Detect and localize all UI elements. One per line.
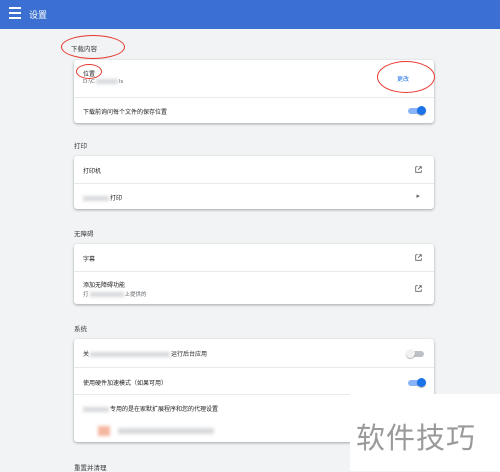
add-accessibility-label: 添加无障碍功能	[83, 282, 126, 289]
accessibility-section-title: 无障碍	[74, 230, 94, 238]
captions-row[interactable]: 字幕	[74, 244, 434, 271]
proxy-settings-label: 专用的是在家默扩展程序和您的代理设置	[83, 404, 218, 413]
ask-location-row[interactable]: 下载前询问每个文件的保存位置	[74, 97, 434, 124]
location-path: D:\C ls	[83, 79, 124, 85]
annotation-circle-location	[76, 64, 102, 79]
ask-location-toggle[interactable]	[408, 106, 426, 115]
menu-icon[interactable]	[9, 7, 21, 19]
accessibility-card: 字幕 添加无障碍功能 打上提供的	[74, 244, 434, 304]
cloud-print-row[interactable]: 打印 ▸	[74, 183, 434, 210]
cloud-print-label: 打印	[83, 193, 122, 202]
add-accessibility-row[interactable]: 添加无障碍功能 打上提供的	[74, 271, 434, 305]
open-in-new-icon	[415, 254, 422, 261]
hardware-acceleration-label: 使用硬件加速模式（如果可用）	[83, 380, 168, 387]
printers-label: 打印机	[83, 168, 102, 175]
add-accessibility-sub: 打上提供的	[83, 292, 147, 298]
printers-row[interactable]: 打印机	[74, 156, 434, 183]
ask-location-label: 下载前询问每个文件的保存位置	[83, 109, 168, 116]
system-section-title: 系统	[74, 325, 87, 333]
chevron-right-icon: ▸	[416, 192, 420, 200]
extension-icon	[98, 426, 110, 436]
extension-name	[118, 428, 214, 434]
background-apps-label: 关运行后台应用	[83, 351, 208, 358]
watermark: 软件技巧	[350, 394, 500, 471]
open-in-new-icon	[415, 166, 422, 173]
background-apps-toggle[interactable]	[406, 349, 424, 358]
annotation-circle-section	[61, 35, 125, 59]
printing-card: 打印机 打印 ▸	[74, 156, 434, 209]
app-header: 设置	[0, 0, 500, 29]
page-title: 设置	[29, 11, 48, 21]
printing-section-title: 打印	[74, 142, 87, 150]
captions-label: 字幕	[83, 256, 96, 263]
hardware-acceleration-row[interactable]: 使用硬件加速模式（如果可用）	[74, 367, 434, 395]
background-apps-row[interactable]: 关运行后台应用	[74, 339, 434, 367]
annotation-circle-change	[377, 61, 435, 93]
hardware-acceleration-toggle[interactable]	[408, 378, 426, 387]
open-in-new-icon	[415, 285, 422, 292]
